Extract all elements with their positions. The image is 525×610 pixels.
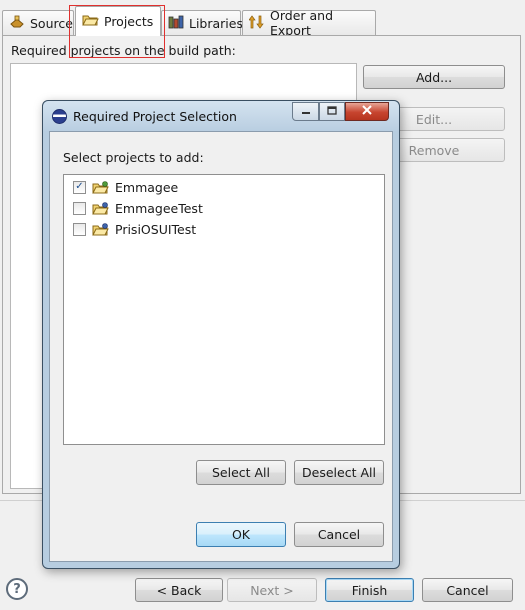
project-name: PrisiOSUITest [115, 221, 197, 237]
project-folder-icon [92, 180, 109, 194]
required-project-selection-dialog: Required Project Selection Select projec… [42, 100, 400, 569]
tab-projects[interactable]: Projects [75, 6, 161, 36]
tab-source-label: Source [30, 15, 73, 31]
tab-source[interactable]: Source [2, 10, 74, 35]
checkbox-emmagee[interactable]: ✓ [73, 180, 86, 194]
checkbox-prisiosuitest[interactable] [73, 222, 86, 236]
select-all-button[interactable]: Select All [196, 460, 286, 485]
project-folder-icon [92, 222, 109, 236]
next-button[interactable]: Next > [227, 578, 317, 602]
minimize-icon [301, 105, 311, 118]
maximize-button[interactable] [319, 102, 345, 121]
eclipse-icon [52, 109, 67, 124]
help-icon[interactable]: ? [6, 578, 28, 600]
add-button[interactable]: Add... [363, 65, 505, 89]
project-item-emmageetest[interactable]: EmmageeTest [73, 198, 203, 218]
project-checklist: ✓ Emmagee EmmageeTest PrisiOSUITest [63, 174, 385, 445]
tab-libraries-label: Libraries [189, 15, 243, 31]
project-name: Emmagee [115, 179, 179, 195]
project-item-prisiosuitest[interactable]: PrisiOSUITest [73, 219, 196, 239]
libraries-icon [168, 15, 184, 32]
tab-order-export-label: Order and Export [270, 8, 334, 38]
project-item-emmagee[interactable]: ✓ Emmagee [73, 177, 178, 197]
dialog-title: Required Project Selection [73, 109, 237, 124]
tab-order-and-export[interactable]: Order and Export [242, 8, 376, 38]
dialog-body: Select projects to add: ✓ Emmagee Emmage… [49, 131, 393, 562]
project-folder-icon [92, 201, 109, 215]
checkbox-emmageetest[interactable] [73, 201, 86, 215]
tab-projects-label: Projects [104, 14, 154, 29]
projects-folder-icon [82, 13, 99, 30]
dialog-cancel-button[interactable]: Cancel [294, 522, 384, 547]
dialog-titlebar[interactable]: Required Project Selection [43, 101, 399, 131]
tab-libraries[interactable]: Libraries [161, 10, 243, 35]
back-button[interactable]: < Back [135, 578, 223, 602]
close-icon [362, 105, 372, 118]
select-projects-label: Select projects to add: [63, 150, 204, 165]
minimize-button[interactable] [292, 102, 319, 121]
footer-cancel-button[interactable]: Cancel [422, 578, 513, 602]
source-icon [9, 15, 25, 32]
deselect-all-button[interactable]: Deselect All [294, 460, 384, 485]
required-projects-label: Required projects on the build path: [11, 43, 236, 58]
finish-button[interactable]: Finish [325, 578, 414, 602]
order-export-icon [248, 14, 265, 32]
close-button[interactable] [345, 102, 389, 121]
project-name: EmmageeTest [115, 200, 203, 216]
ok-button[interactable]: OK [196, 522, 286, 547]
maximize-icon [327, 105, 337, 118]
